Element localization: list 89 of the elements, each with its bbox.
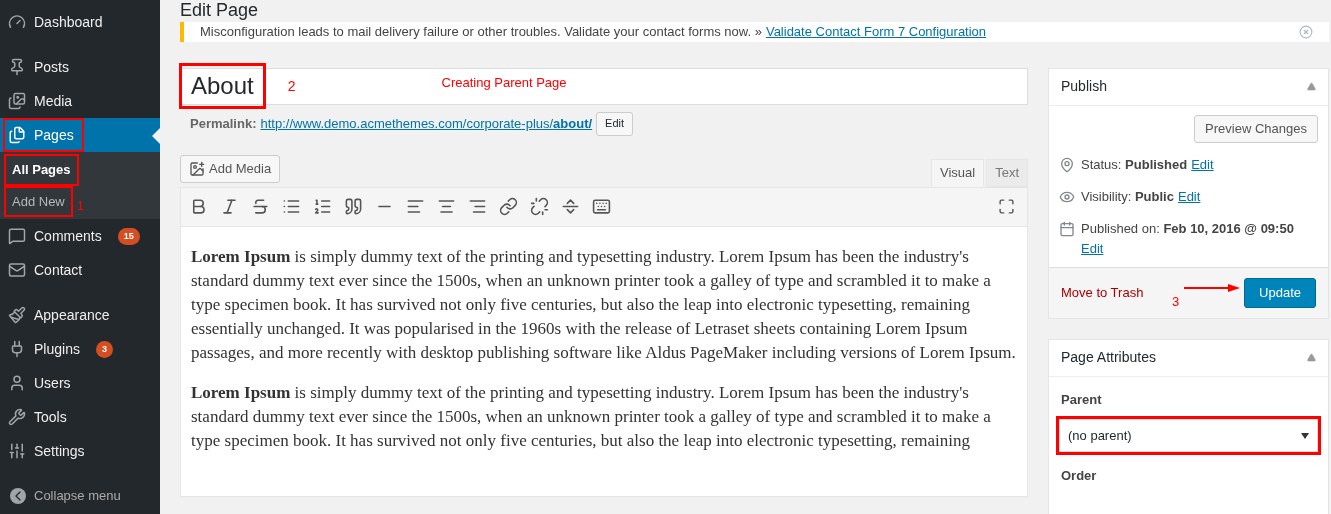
annotation-arrow (1184, 283, 1241, 292)
user-icon (8, 374, 26, 392)
menu-item[interactable]: Contact (0, 253, 160, 287)
preview-changes-button[interactable]: Preview Changes (1194, 114, 1318, 143)
quote-icon[interactable] (344, 197, 363, 216)
menu-item[interactable]: Pages (0, 118, 160, 152)
page-heading: Edit Page (180, 0, 259, 20)
annotation-text: Creating Parent Page (441, 74, 567, 93)
menu-label: Pages (34, 125, 74, 145)
unlink-icon[interactable] (530, 197, 549, 216)
count-badge: 3 (95, 340, 113, 358)
notice-text: Misconfiguration leads to mail delivery failure or other troubles. Validate your contact forms now. » (200, 23, 762, 41)
align-center-icon[interactable] (437, 197, 456, 216)
menu-item[interactable]: Appearance (0, 298, 160, 332)
count-badge: 15 (117, 227, 140, 245)
align-left-icon[interactable] (406, 197, 425, 216)
menu-item[interactable]: Media (0, 84, 160, 118)
step-number: 2 (287, 76, 296, 96)
dashboard-icon (8, 13, 26, 31)
edit-link[interactable]: Edit (1177, 186, 1201, 207)
parent-select[interactable]: (no parent) (1059, 419, 1318, 452)
bullet-list-icon[interactable] (282, 197, 301, 216)
submenu-item[interactable]: Add New (6, 187, 71, 215)
align-right-icon[interactable] (468, 197, 487, 216)
menu-item[interactable]: Tools (0, 400, 160, 434)
permalink-label: Permalink: (190, 114, 257, 133)
wrench-icon (8, 408, 26, 426)
edit-permalink-button[interactable]: Edit (596, 111, 634, 136)
body-paragraph: Lorem Ipsum is simply dummy text of the printing and typesetting industry. Lorem Ipsum has been the industry's standard dummy text ever since the 1500s, when an unknown printer took a galley of type and scrambled it to make a type specimen book. It has survived not only five centuries, but also the leap into electronic typesetting, remaining essentially unchanged. It was popularised in the 1960s with the release of Letraset sheets containing Lorem Ipsum passages, and more recently with desktop publishing software like Aldus PageMaker including versions of Lorem Ipsum. (191, 245, 1017, 364)
menu-label: Tools (34, 407, 67, 427)
menu-label: Comments (34, 226, 102, 246)
menu-label: Appearance (34, 305, 110, 325)
select-value: (no parent) (1068, 426, 1132, 445)
media-icon (8, 92, 26, 110)
move-to-trash-link[interactable]: Move to Trash (1061, 282, 1144, 303)
add-media-button[interactable]: Add Media (180, 154, 281, 183)
menu-label: Contact (34, 260, 83, 280)
update-button[interactable]: Update (1244, 277, 1316, 308)
strikethrough-icon[interactable] (251, 197, 270, 216)
menu-item[interactable]: Settings (0, 434, 160, 468)
menu-label: Dashboard (34, 12, 103, 32)
keyboard-icon[interactable] (592, 197, 611, 216)
menu-item[interactable]: Users (0, 366, 160, 400)
field-label: Parent (1060, 390, 1103, 409)
menu-label: Settings (34, 441, 85, 461)
calendar-icon (1059, 220, 1075, 237)
speech-bubble-icon (8, 227, 26, 245)
fullscreen-icon[interactable] (998, 198, 1015, 215)
box-title: Publish (1061, 77, 1107, 96)
pages-icon (8, 126, 26, 144)
permalink-link[interactable]: http://www.demo.acmethemes.com/corporate-plus/about/ (260, 113, 593, 134)
collapse-icon (10, 488, 26, 504)
validate-link[interactable]: Validate Contact Form 7 Configuration (765, 22, 987, 42)
editor-tab[interactable]: Text (986, 158, 1028, 187)
link-icon[interactable] (499, 197, 518, 216)
current-pointer (152, 128, 160, 144)
pin-icon (1059, 156, 1075, 173)
envelope-icon (8, 261, 26, 279)
media-icon (189, 160, 205, 177)
menu-label: Plugins (34, 339, 80, 359)
publish-detail: Published on: Feb 10, 2016 @ 09:50 (1081, 219, 1294, 238)
field-label: Order (1060, 467, 1098, 485)
dropdown-icon (1301, 432, 1309, 439)
menu-item[interactable]: Dashboard (0, 5, 160, 39)
menu-label: Users (34, 373, 71, 393)
editor-tab[interactable]: Visual (930, 158, 985, 187)
menu-label: Media (34, 91, 73, 111)
submenu-item[interactable]: All Pages (6, 156, 77, 184)
numbered-list-icon[interactable] (313, 197, 332, 216)
step-number: 3 (1172, 292, 1180, 311)
menu-item[interactable]: Plugins 3 (0, 332, 160, 366)
edit-link[interactable]: Edit (1081, 238, 1104, 259)
paintbrush-icon (8, 306, 26, 324)
collapse-triangle-icon[interactable] (1307, 82, 1316, 91)
box-title: Page Attributes (1061, 348, 1156, 367)
collapse-menu-button[interactable]: Collapse menu (0, 479, 160, 513)
menu-item[interactable]: Comments 15 (0, 219, 160, 253)
sliders-icon (8, 442, 26, 460)
publish-detail: Status: Published (1081, 155, 1188, 174)
edit-link[interactable]: Edit (1191, 154, 1214, 175)
pin-icon (8, 58, 26, 76)
title-value: About (179, 63, 266, 109)
menu-item[interactable]: Posts (0, 50, 160, 84)
publish-detail: Visibility: Public (1081, 187, 1174, 206)
italic-icon[interactable] (220, 197, 239, 216)
body-paragraph: Lorem Ipsum is simply dummy text of the printing and typesetting industry. Lorem Ipsum has been the industry's standard dummy text ever since the 1500s, when an unknown printer took a galley of type and scrambled it to make a type specimen book. It has survived not only five centuries, but also the leap into electronic typesetting, remaining (191, 381, 992, 452)
collapse-triangle-icon[interactable] (1307, 353, 1316, 362)
step-number: 1 (76, 196, 84, 215)
menu-label: Posts (34, 57, 69, 77)
